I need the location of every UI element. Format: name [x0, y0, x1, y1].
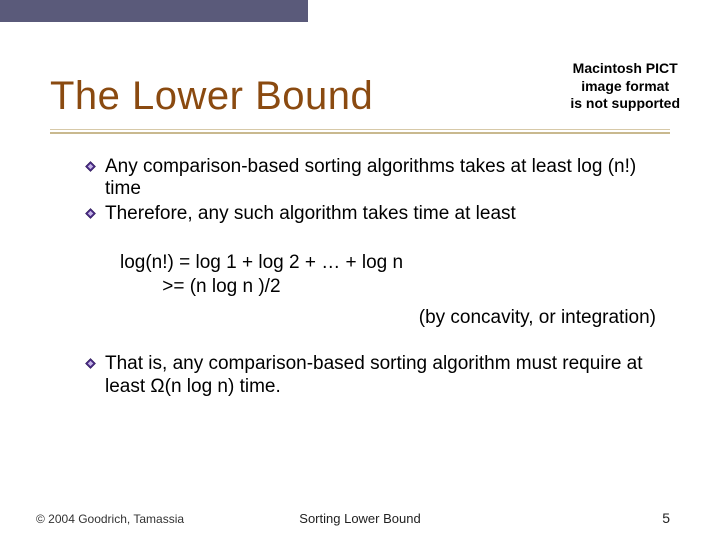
- bullet-item: That is, any comparison-based sorting al…: [84, 353, 674, 398]
- equation-line: log(n!) = log 1 + log 2 + … + log n: [120, 251, 674, 275]
- equation-block: log(n!) = log 1 + log 2 + … + log n >= (…: [120, 251, 674, 299]
- bullet-item: Any comparison-based sorting algorithms …: [84, 156, 674, 201]
- pict-line: is not supported: [570, 95, 680, 113]
- title-rule: [50, 128, 670, 134]
- bullet-text: Therefore, any such algorithm takes time…: [105, 203, 674, 225]
- pict-line: image format: [570, 78, 680, 96]
- equation-line: >= (n log n )/2: [120, 275, 674, 299]
- equation-justification: (by concavity, or integration): [84, 307, 674, 329]
- pict-line: Macintosh PICT: [570, 60, 680, 78]
- slide-title: The Lower Bound: [50, 74, 373, 119]
- diamond-bullet-icon: [84, 160, 97, 173]
- bullet-text: That is, any comparison-based sorting al…: [105, 353, 674, 398]
- footer-title: Sorting Lower Bound: [0, 511, 720, 526]
- bullet-item: Therefore, any such algorithm takes time…: [84, 203, 674, 225]
- top-accent-bar: [0, 0, 308, 22]
- bullet-text: Any comparison-based sorting algorithms …: [105, 156, 674, 201]
- diamond-bullet-icon: [84, 357, 97, 370]
- slide-body: Any comparison-based sorting algorithms …: [84, 156, 674, 400]
- diamond-bullet-icon: [84, 207, 97, 220]
- pict-unsupported-box: Macintosh PICT image format is not suppo…: [570, 60, 680, 113]
- slide-number: 5: [662, 510, 670, 526]
